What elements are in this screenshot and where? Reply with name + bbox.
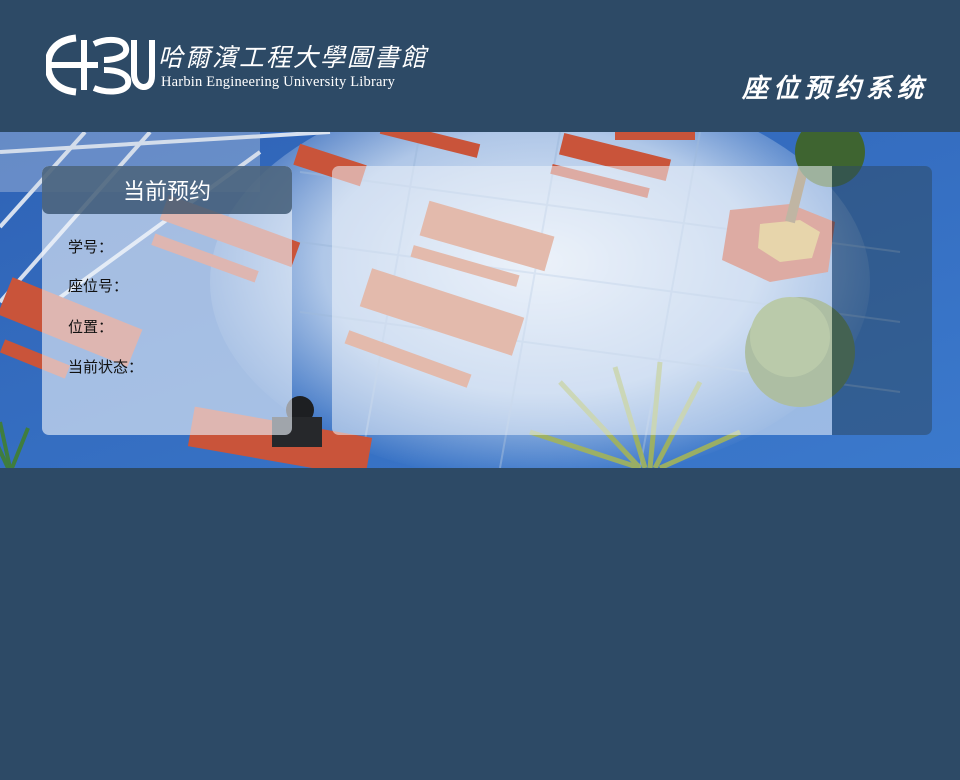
current-status-label: 当前状态：: [68, 358, 144, 376]
library-name-english: Harbin Engineering University Library: [161, 74, 396, 90]
student-id-row: 学号：: [68, 236, 115, 257]
current-reservation-panel: 当前预约 学号： 座位号： 位置： 当前状态：: [42, 166, 292, 435]
location-row: 位置：: [68, 316, 115, 337]
seat-number-row: 座位号：: [68, 275, 130, 296]
library-name-chinese: 哈爾濱工程大學圖書館: [158, 43, 429, 72]
current-status-row: 当前状态：: [68, 356, 145, 377]
student-id-label: 学号：: [68, 238, 114, 256]
library-logo[interactable]: 哈爾濱工程大學圖書館 Harbin Engineering University…: [46, 34, 426, 96]
system-title: 座位预约系统: [741, 74, 928, 104]
content-panel: [332, 166, 832, 435]
seat-number-label: 座位号：: [68, 277, 129, 295]
heu-emblem-icon: [46, 34, 155, 96]
header: 哈爾濱工程大學圖書館 Harbin Engineering University…: [0, 0, 960, 132]
current-reservation-title: 当前预约: [42, 166, 292, 214]
location-label: 位置：: [68, 318, 114, 336]
side-panel: [832, 166, 932, 435]
